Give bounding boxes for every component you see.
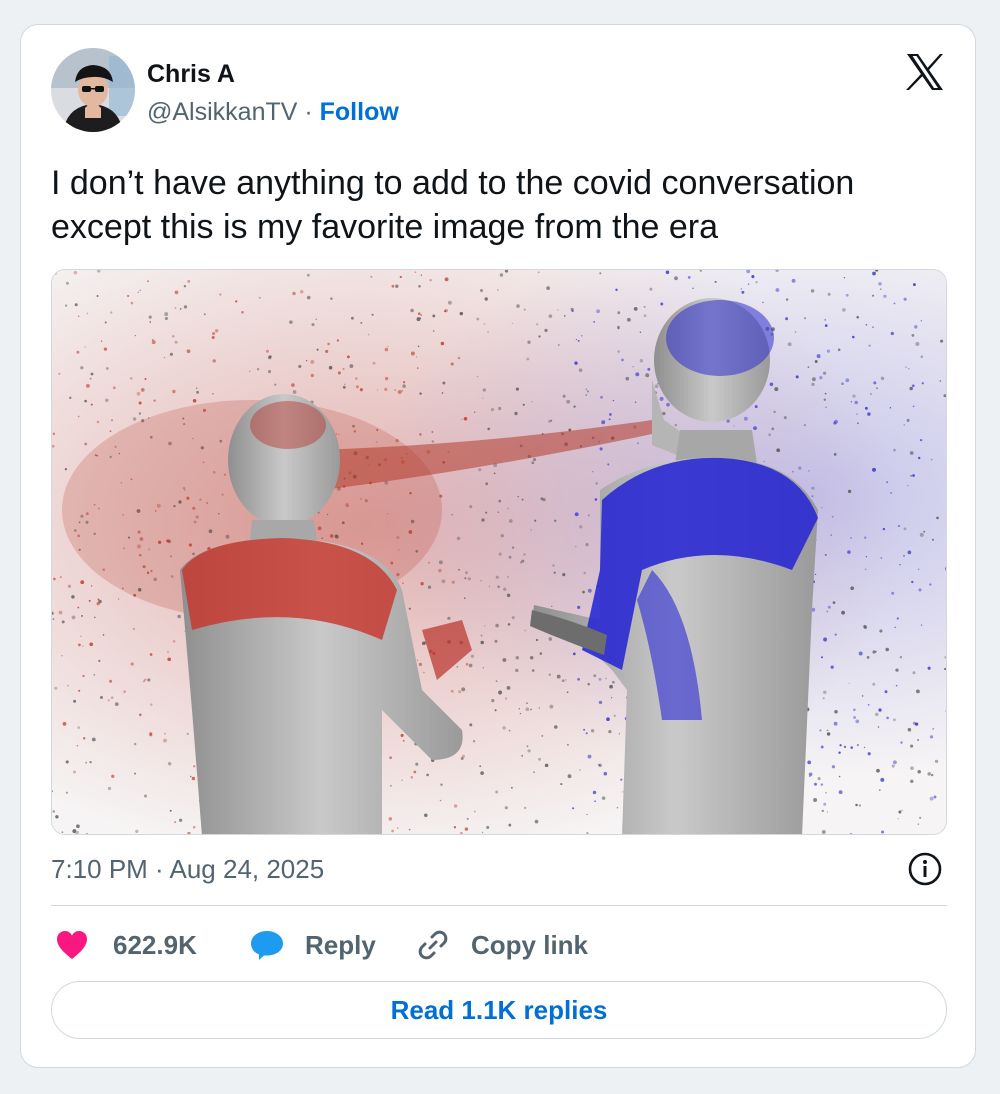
handle[interactable]: @AlsikkanTV (147, 98, 297, 126)
separator: · (297, 98, 320, 126)
handle-row: @AlsikkanTV · Follow (147, 97, 399, 127)
copy-link-label: Copy link (471, 929, 589, 960)
like-count: 622.9K (113, 929, 197, 960)
link-icon (418, 930, 448, 960)
reply-label: Reply (305, 929, 376, 960)
tweet-image-graphic (52, 270, 946, 834)
read-replies-button[interactable]: Read 1.1K replies (51, 981, 947, 1039)
heart-icon (57, 931, 87, 959)
divider (51, 905, 947, 906)
timestamp[interactable]: 7:10 PM · Aug 24, 2025 (51, 853, 324, 885)
read-replies-label: Read 1.1K replies (390, 994, 608, 1025)
avatar-photo (51, 48, 135, 132)
avatar[interactable] (51, 48, 135, 132)
tweet-text: I don’t have anything to add to the covi… (51, 164, 855, 246)
tweet-card: Chris A @AlsikkanTV · Follow I don’t hav… (20, 24, 976, 1068)
tweet-image[interactable] (51, 269, 947, 835)
info-icon[interactable] (907, 851, 943, 887)
speech-bubble-icon (251, 931, 283, 960)
copy-link-button[interactable]: Copy link (415, 927, 588, 963)
follow-button[interactable]: Follow (320, 98, 399, 126)
x-logo-icon[interactable] (905, 53, 945, 91)
reply-button[interactable]: Reply (249, 927, 376, 963)
display-name[interactable]: Chris A (147, 59, 235, 89)
like-button[interactable]: 622.9K (55, 927, 197, 963)
